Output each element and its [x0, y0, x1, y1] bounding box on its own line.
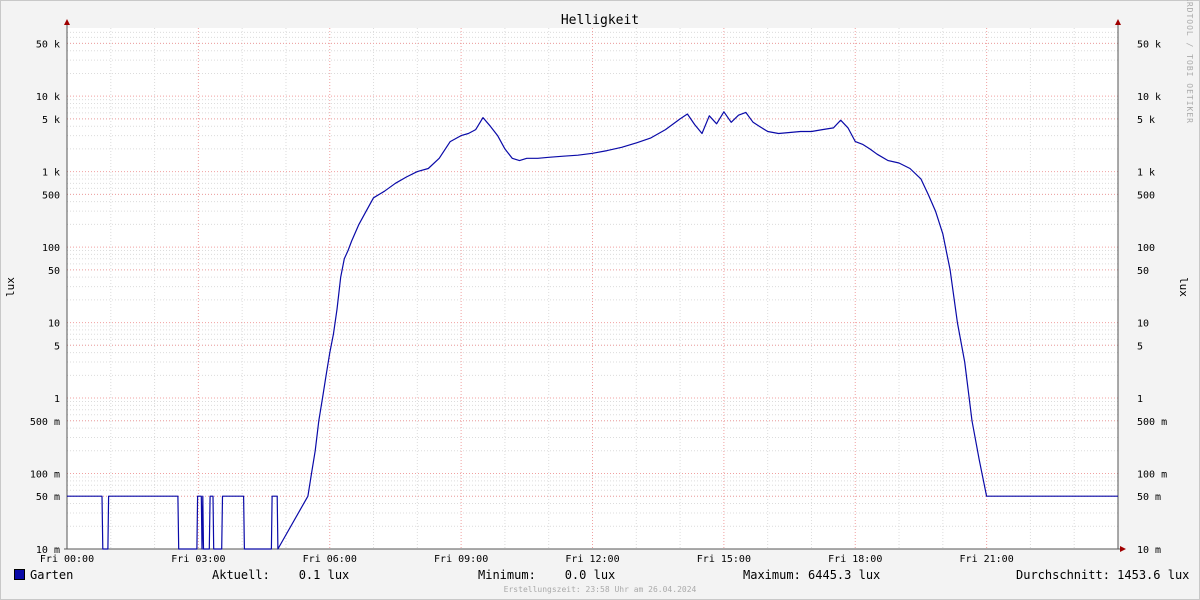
y-tick-label-left: 500 m	[30, 417, 60, 428]
y-tick-label-left: 100 m	[30, 470, 60, 481]
y-tick-label-left: 50 k	[36, 39, 60, 50]
legend-series-name: Garten	[30, 568, 74, 582]
y-tick-label-left: 1	[54, 394, 60, 405]
y-tick-label-left: 5 k	[42, 115, 60, 126]
y-tick-label-left: 500	[42, 190, 60, 201]
legend-maximum: Maximum: 6445.3 lux	[743, 568, 881, 582]
legend: Garten Aktuell: 0.1 lux Minimum: 0.0 lux…	[14, 567, 1190, 583]
y-tick-label-left: 10 k	[36, 92, 60, 103]
y-tick-label-right: 10 m	[1137, 545, 1161, 556]
legend-minimum: Minimum: 0.0 lux	[478, 568, 616, 582]
chart-title: Helligkeit	[561, 13, 639, 28]
y-axis-left-arrow	[64, 19, 70, 25]
y-tick-label-right: 5 k	[1137, 115, 1155, 126]
y-tick-label-right: 50	[1137, 266, 1149, 277]
y-axis-right-arrow	[1115, 19, 1121, 25]
y-tick-label-left: 10	[48, 319, 60, 330]
legend-current: Aktuell: 0.1 lux	[212, 568, 350, 582]
y-tick-label-left: 5	[54, 341, 60, 352]
y-tick-label-right: 50 m	[1137, 492, 1161, 503]
x-tick-label: Fri 03:00	[171, 554, 225, 565]
x-tick-label: Fri 12:00	[565, 554, 619, 565]
y-tick-label-right: 500	[1137, 190, 1155, 201]
x-tick-label: Fri 09:00	[434, 554, 488, 565]
y-tick-label-right: 10 k	[1137, 92, 1161, 103]
x-tick-label: Fri 21:00	[960, 554, 1014, 565]
legend-swatch-garten	[14, 569, 25, 580]
legend-average: Durchschnitt: 1453.6 lux	[1016, 568, 1190, 582]
y-tick-label-right: 50 k	[1137, 39, 1161, 50]
footer-timestamp: Erstellungszeit: 23:58 Uhr am 26.04.2024	[503, 585, 697, 594]
y-tick-label-right: 100	[1137, 243, 1155, 254]
y-tick-label-left: 1 k	[42, 168, 60, 179]
x-tick-label: Fri 18:00	[828, 554, 882, 565]
y-tick-label-right: 1 k	[1137, 168, 1155, 179]
y-tick-label-left: 50	[48, 266, 60, 277]
y-tick-label-left: 100	[42, 243, 60, 254]
y-tick-label-right: 5	[1137, 341, 1143, 352]
x-axis-arrow	[1120, 546, 1126, 552]
y-tick-label-left: 50 m	[36, 492, 60, 503]
watermark: RRDTOOL / TOBI OETIKER	[1185, 0, 1194, 124]
y-axis-label-right: lux	[1177, 277, 1190, 297]
y-tick-label-right: 10	[1137, 319, 1149, 330]
x-tick-label: Fri 15:00	[697, 554, 751, 565]
y-axis-label-left: lux	[4, 277, 17, 297]
y-tick-label-right: 500 m	[1137, 417, 1167, 428]
y-tick-label-right: 100 m	[1137, 470, 1167, 481]
chart: 10 m 10 m50 m 50 m100 m 100 m500 m 500 m1 15 5…	[4, 0, 1194, 565]
y-tick-label-right: 1	[1137, 394, 1143, 405]
x-tick-label: Fri 00:00	[40, 554, 94, 565]
x-tick-label: Fri 06:00	[303, 554, 357, 565]
